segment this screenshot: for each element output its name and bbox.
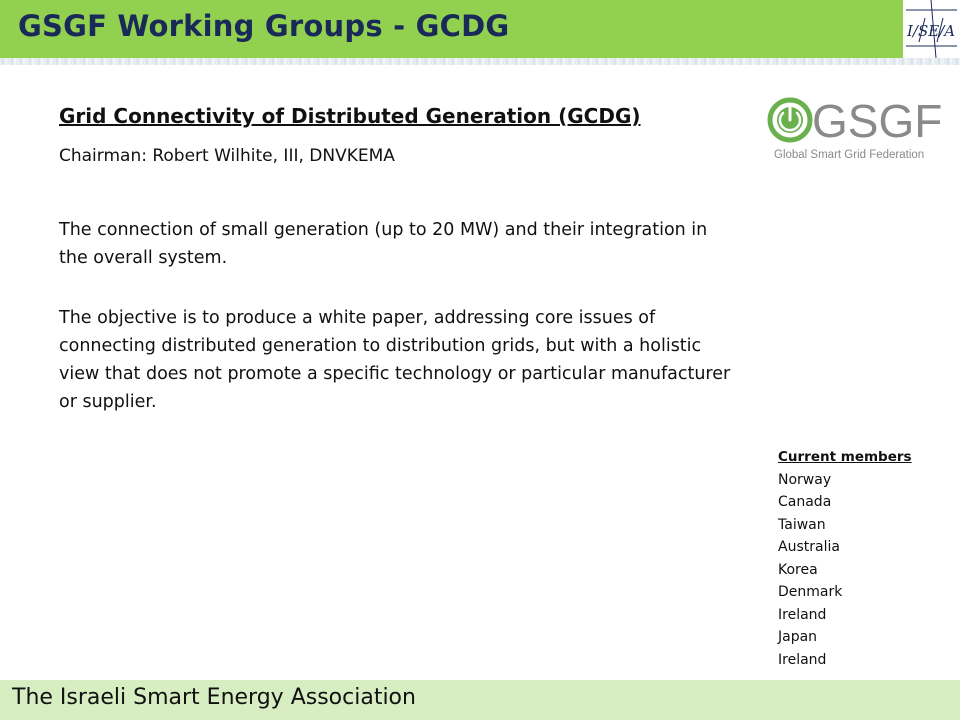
- member-item: Korea: [778, 561, 818, 578]
- description-paragraph: The connection of small generation (up t…: [59, 220, 708, 268]
- member-item: Japan: [778, 629, 818, 645]
- gsgf-tagline: Global Smart Grid Federation: [774, 149, 924, 161]
- isea-logo-text: I/SE/A: [906, 22, 955, 40]
- isea-logo: I/SE/A: [903, 0, 960, 59]
- header-bar: GSGF Working Groups - GCDG I/SE/A: [0, 0, 960, 59]
- footer-bar: The Israeli Smart Energy Association: [0, 680, 960, 720]
- member-item: Norway: [778, 471, 832, 488]
- member-item: Ireland: [778, 606, 827, 623]
- section-title: Grid Connectivity of Distributed Generat…: [59, 104, 641, 128]
- member-item: Denmark: [778, 584, 843, 600]
- gsgf-logo: GSGF Global Smart Grid Federation: [766, 92, 956, 164]
- objective-paragraph: The objective is to produce a white pape…: [59, 308, 731, 412]
- page-title: GSGF Working Groups - GCDG: [18, 9, 510, 43]
- member-item: Australia: [778, 539, 840, 555]
- chairman-text: Chairman: Robert Wilhite, III, DNVKEMA: [59, 146, 395, 166]
- header-decorative-band: [0, 58, 960, 65]
- members-panel: Current members Norway Canada Taiwan Aus…: [778, 446, 912, 671]
- gsgf-logo-graphic: GSGF Global Smart Grid Federation: [767, 95, 942, 161]
- gsgf-wordmark: GSGF: [812, 95, 942, 147]
- members-header: Current members: [778, 449, 912, 465]
- member-item: Ireland: [778, 651, 827, 668]
- isea-logo-graphic: I/SE/A: [906, 0, 957, 59]
- members-list: Norway Canada Taiwan Australia Korea Den…: [778, 469, 912, 672]
- member-item: Canada: [778, 494, 832, 510]
- member-item: Taiwan: [778, 516, 826, 533]
- footer-text: The Israeli Smart Energy Association: [12, 685, 416, 710]
